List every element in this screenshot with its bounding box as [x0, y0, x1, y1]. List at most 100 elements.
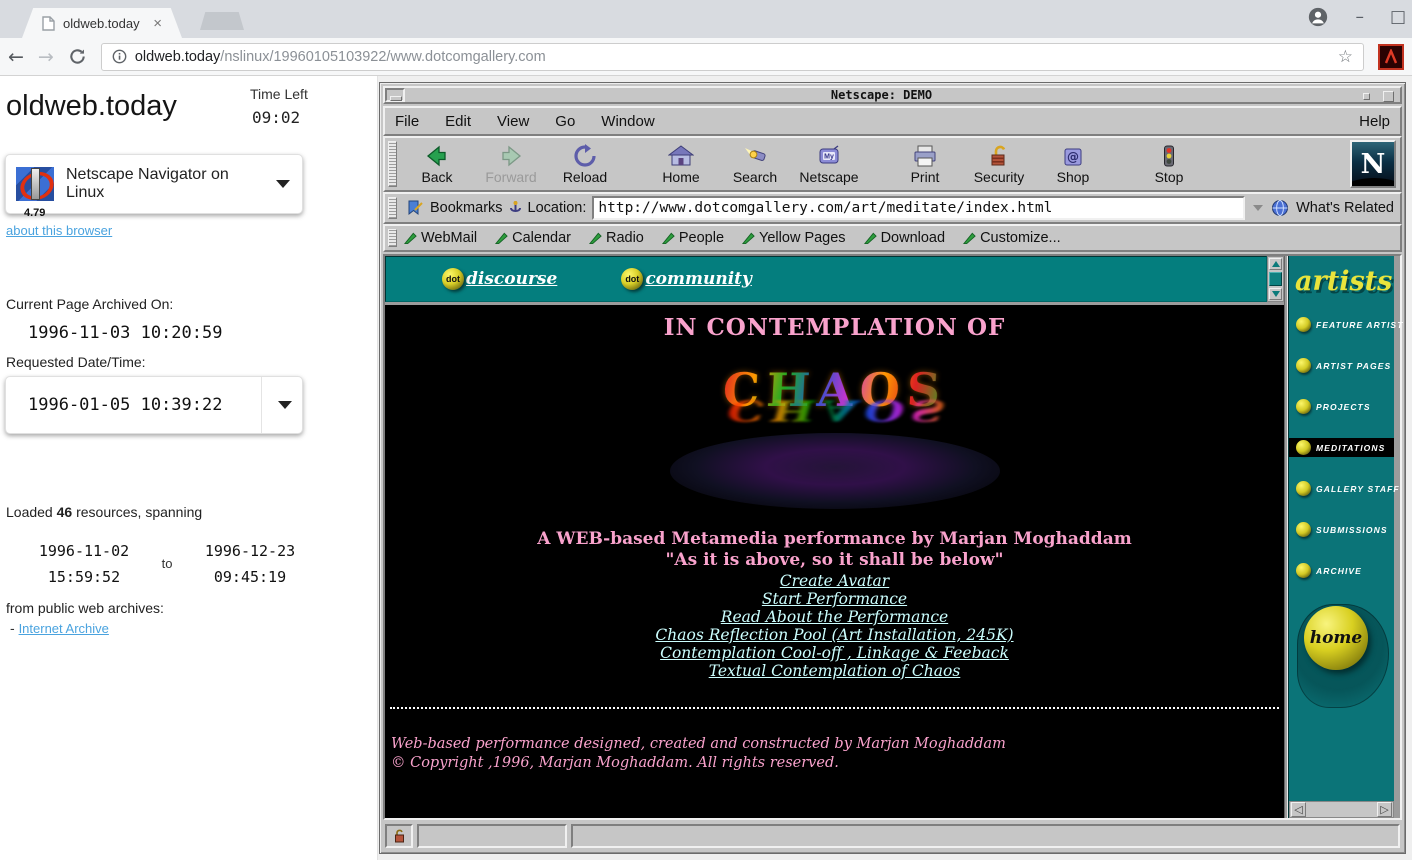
home-button[interactable]: home	[1304, 606, 1368, 670]
top-frame-scrollbar[interactable]	[1267, 256, 1284, 302]
bookmarks-label[interactable]: Bookmarks	[430, 200, 503, 216]
menu-view[interactable]: View	[497, 113, 529, 130]
window-minimize-button[interactable]: –	[1355, 7, 1364, 27]
divider	[261, 377, 262, 433]
location-bar-grip[interactable]	[388, 197, 397, 219]
status-progress-panel	[417, 824, 567, 848]
bookmarks-icon[interactable]	[406, 200, 424, 216]
menu-go[interactable]: Go	[555, 113, 575, 130]
browser-tab[interactable]: oldweb.today ×	[22, 8, 182, 38]
location-icon	[509, 200, 522, 216]
sphere-bullet-icon	[1296, 317, 1311, 332]
svg-text:My: My	[824, 153, 834, 160]
location-dropdown-icon[interactable]	[1253, 205, 1263, 211]
netscape-button[interactable]: My Netscape	[792, 139, 866, 189]
link-create-avatar[interactable]: Create Avatar	[780, 572, 889, 590]
link-reflection-pool[interactable]: Chaos Reflection Pool (Art Installation,…	[655, 626, 1013, 644]
span-from-date: 1996-11-02	[24, 538, 144, 564]
bookmark-pen-icon	[495, 231, 508, 245]
menu-window[interactable]: Window	[601, 113, 654, 130]
whats-related-globe-icon[interactable]	[1271, 199, 1290, 217]
menu-help[interactable]: Help	[1359, 113, 1390, 130]
personal-link-download[interactable]: Download	[864, 230, 946, 246]
scroll-right-icon[interactable]: ▷	[1377, 802, 1392, 817]
forward-button[interactable]: →	[38, 46, 54, 68]
back-button[interactable]: Back	[400, 139, 474, 189]
page-info-icon[interactable]	[112, 49, 127, 64]
status-message-panel	[571, 824, 1400, 848]
browser-selector[interactable]: 4.79 Netscape Navigator on Linux	[5, 154, 303, 214]
requested-datetime-selector[interactable]: 1996-01-05 10:39:22	[5, 376, 303, 434]
nav-discourse[interactable]: dot discourse	[442, 268, 557, 290]
whats-related-label[interactable]: What's Related	[1296, 200, 1394, 216]
window-iconify-button[interactable]	[1358, 88, 1378, 102]
unlocked-padlock-icon	[394, 829, 405, 843]
stop-button[interactable]: Stop	[1132, 139, 1206, 189]
sphere-bullet-icon	[1296, 522, 1311, 537]
toolbar-grip[interactable]	[388, 141, 397, 187]
sidebar-item-submissions[interactable]: SUBMISSIONS	[1289, 520, 1394, 539]
window-menu-button[interactable]	[385, 88, 405, 102]
personal-link-yellow-pages[interactable]: Yellow Pages	[742, 230, 846, 246]
scroll-left-icon[interactable]: ◁	[1291, 802, 1306, 817]
forward-button[interactable]: Forward	[474, 139, 548, 189]
bookmark-star-icon[interactable]: ☆	[1338, 47, 1353, 67]
reload-button[interactable]	[68, 47, 87, 66]
link-read-about[interactable]: Read About the Performance	[721, 608, 948, 626]
tab-close-icon[interactable]: ×	[153, 15, 162, 32]
sidebar-item-meditations[interactable]: MEDITATIONS	[1289, 438, 1394, 457]
sidebar-item-feature-artist[interactable]: FEATURE ARTIST	[1289, 315, 1394, 334]
time-left-value: 09:02	[252, 108, 300, 127]
sidebar-item-projects[interactable]: PROJECTS	[1289, 397, 1394, 416]
about-browser-link[interactable]: about this browser	[6, 223, 112, 238]
personal-link-radio[interactable]: Radio	[589, 230, 644, 246]
window-maximize-button[interactable]	[1380, 88, 1400, 102]
nav-community[interactable]: dot community	[621, 268, 752, 290]
search-button[interactable]: Search	[718, 139, 792, 189]
url-text[interactable]: oldweb.today/nslinux/19960105103922/www.…	[135, 49, 1330, 65]
window-maximize-button[interactable]: □	[1390, 7, 1406, 27]
shop-button[interactable]: @ Shop	[1036, 139, 1110, 189]
link-start-performance[interactable]: Start Performance	[762, 590, 907, 608]
internet-archive-link[interactable]: Internet Archive	[19, 621, 109, 636]
back-button[interactable]: ←	[8, 46, 24, 68]
personal-toolbar-grip[interactable]	[388, 229, 397, 247]
sidebar-item-archive[interactable]: ARCHIVE	[1289, 561, 1394, 580]
menu-file[interactable]: File	[395, 113, 419, 130]
status-bar	[383, 822, 1402, 850]
artists-horizontal-scrollbar[interactable]: ◁ ▷	[1289, 801, 1394, 818]
scrollbar-thumb[interactable]	[1269, 272, 1282, 286]
location-label: Location:	[528, 200, 587, 216]
browser-viewport: dot discourse dot community	[383, 254, 1402, 820]
resource-span: 1996-11-02 15:59:52 to 1996-12-23 09:45:…	[24, 538, 314, 590]
netscape-logo[interactable]: N	[1350, 140, 1396, 188]
personal-link-customize[interactable]: Customize...	[963, 230, 1061, 246]
menu-edit[interactable]: Edit	[445, 113, 471, 130]
quote: "As it is above, so it shall be below"	[666, 550, 1004, 570]
sidebar-item-gallery-staff[interactable]: GALLERY STAFF	[1289, 479, 1394, 498]
sphere-bullet-icon	[1296, 399, 1311, 414]
sidebar-item-artist-pages[interactable]: ARTIST PAGES	[1289, 356, 1394, 375]
home-button[interactable]: Home	[644, 139, 718, 189]
home-button-area: home	[1289, 596, 1394, 716]
security-button[interactable]: Security	[962, 139, 1036, 189]
personal-link-calendar[interactable]: Calendar	[495, 230, 571, 246]
x11-titlebar[interactable]: Netscape: DEMO	[383, 86, 1402, 104]
link-textual-contemplation[interactable]: Textual Contemplation of Chaos	[709, 662, 961, 680]
link-cool-off[interactable]: Contemplation Cool-off , Linkage & Feeba…	[660, 644, 1009, 662]
adobe-extension-icon[interactable]	[1378, 44, 1404, 70]
scroll-down-icon[interactable]	[1269, 288, 1282, 300]
reload-button[interactable]: Reload	[548, 139, 622, 189]
location-input[interactable]	[594, 200, 1243, 216]
url-bar[interactable]: oldweb.today/nslinux/19960105103922/www.…	[101, 43, 1364, 71]
profile-avatar-icon[interactable]	[1307, 6, 1329, 28]
personal-link-webmail[interactable]: WebMail	[404, 230, 477, 246]
loaded-resources-line: Loaded 46 resources, spanning	[6, 504, 202, 520]
netscape-menubar: File Edit View Go Window Help	[383, 106, 1402, 136]
page-links: Create Avatar Start Performance Read Abo…	[655, 573, 1013, 681]
scroll-up-icon[interactable]	[1269, 258, 1282, 270]
new-tab-button[interactable]	[200, 12, 244, 30]
print-button[interactable]: Print	[888, 139, 962, 189]
security-status[interactable]	[385, 824, 413, 848]
personal-link-people[interactable]: People	[662, 230, 724, 246]
